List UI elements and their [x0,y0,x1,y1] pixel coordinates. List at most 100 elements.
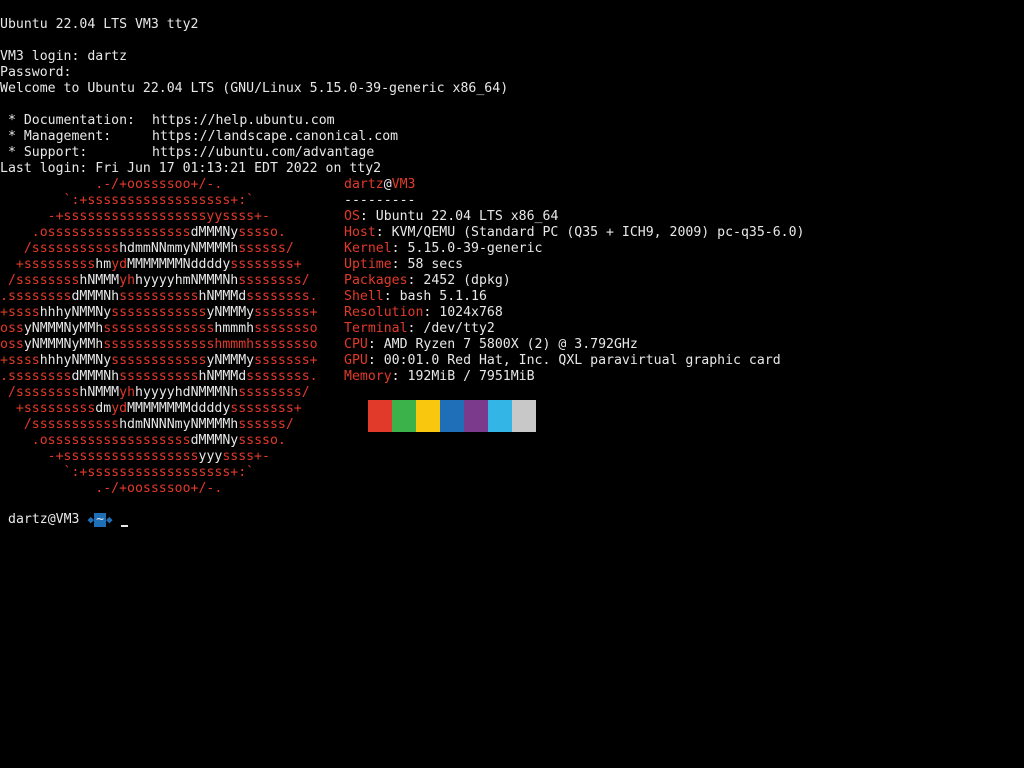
field-key: CPU [344,337,368,352]
logo-line: /ssssssssssshdmNNNNmyNMMMMhssssss/ [0,417,330,433]
logo-line: /ssssssssssshdmmNNmmyNMMMMhssssss/ [0,241,330,257]
logo-segment: hm [95,257,112,272]
field-key: Packages [344,273,408,288]
logo-line: +sssshhhyNMMNyssssssssssssyNMMMysssssss+ [0,353,330,369]
logo-segment: sssso. [238,225,286,240]
tty-console[interactable]: Ubuntu 22.04 LTS VM3 tty2 VM3 login: dar… [0,0,1024,768]
logo-segment: +sssssssss [15,401,96,416]
logo-segment: hmmmh [214,321,255,336]
logo-segment: -+ssssssssssssssssssyyssss+- [47,209,270,224]
logo-segment: ssssssss+ [230,401,302,416]
logo-segment: oss [0,321,24,336]
doc-link-url[interactable]: https://help.ubuntu.com [152,113,335,129]
logo-segment: sssssssssssssshmmmhssssssso [103,337,318,352]
logo-segment [0,481,95,496]
logo-line: ossyNMMMNyMMhsssssssssssssshmmmhssssssso [0,321,330,337]
neofetch-field-memory: Memory: 192MiB / 7951MiB [344,369,805,385]
mgmt-link-url[interactable]: https://landscape.canonical.com [152,129,398,145]
logo-line: .-/+oossssoo+/-. [0,177,330,193]
logo-segment [0,241,24,256]
logo-segment: .ssssssss [0,289,72,304]
logo-segment: /sssssssssss [23,417,120,432]
mgmt-link-label: * Management: [0,129,112,144]
logo-segment: ssssssss/ [238,385,310,400]
logo-segment [0,401,16,416]
logo-segment: .-/+oossssoo+/-. [95,481,223,496]
neofetch-field-shell: Shell: bash 5.1.16 [344,289,805,305]
logo-line: .ssssssssdMMMNhsssssssssshNMMMdssssssss. [0,289,330,305]
logo-segment: hNMMMd [198,369,247,384]
logo-segment: .ossssssssssssssssss [31,433,191,448]
logo-segment: ssssssso [254,321,318,336]
palette-swatch [416,400,440,432]
logo-segment: ssssssss. [246,289,318,304]
palette-swatch [512,400,536,432]
logo-segment: -+sssssssssssssssss [47,449,199,464]
field-value: : bash 5.1.16 [383,289,487,304]
last-login-line: Last login: Fri Jun 17 01:13:21 EDT 2022… [0,161,382,176]
palette-swatch [368,400,392,432]
logo-segment: dMMMNy [190,433,239,448]
neofetch-field-uptime: Uptime: 58 secs [344,257,805,273]
logo-line: .ssssssssdMMMNhsssssssssshNMMMdssssssss. [0,369,330,385]
neofetch-host: VM3 [391,177,416,192]
logo-segment: hNMMM [79,273,120,288]
neofetch-field-os: OS: Ubuntu 22.04 LTS x86_64 [344,209,805,225]
field-value: : 00:01.0 Red Hat, Inc. QXL paravirtual … [367,353,781,368]
field-value: : 1024x768 [423,305,503,320]
logo-line: /sssssssshNMMMyhhyyyyhdNMMMNhssssssss/ [0,385,330,401]
logo-line: .-/+oossssoo+/-. [0,481,330,497]
logo-segment: ssssssssss [119,289,199,304]
logo-segment: .ssssssss [0,369,72,384]
logo-line: -+ssssssssssssssssssyyssss+- [0,209,330,225]
logo-segment: ssssssss+ [230,257,302,272]
logo-segment: yNMMMy [206,305,255,320]
logo-segment: MMMMMMMMddddy [127,401,231,416]
field-value: : 5.15.0-39-generic [391,241,543,256]
prompt-left-arrow-icon: ◆ [87,513,95,526]
logo-segment: hyyyyhmNMMMNh [135,273,239,288]
logo-segment: hdmNNNNmyNMMMMh [119,417,239,432]
shell-prompt[interactable]: dartz@VM3 ◆ ~ ◆ [8,512,128,528]
logo-segment: `:+ssssssssssssssssss+:` [63,465,255,480]
logo-segment: oss [0,337,24,352]
prompt-right-arrow-icon: ◆ [106,513,113,526]
field-key: OS [344,209,360,224]
logo-line: +ssssssssshmydMMMMMMMNddddyssssssss+ [0,257,330,273]
neofetch-field-gpu: GPU: 00:01.0 Red Hat, Inc. QXL paravirtu… [344,353,805,369]
doc-link-label: * Documentation: [0,113,135,128]
logo-segment: yyy [198,449,223,464]
color-palette [368,400,536,432]
logo-line: ossyNMMMNyMMhsssssssssssssshmmmhssssssso [0,337,330,353]
logo-line: `:+ssssssssssssssssss+:` [0,465,330,481]
logo-segment [0,465,64,480]
logo-segment: dMMMNh [71,369,120,384]
field-key: Terminal [344,321,408,336]
field-key: Memory [344,369,392,384]
logo-segment: sssso. [238,433,286,448]
logo-segment [0,433,32,448]
logo-segment: /ssssssss [7,385,80,400]
logo-segment: dMMMNh [71,289,120,304]
support-link-url[interactable]: https://ubuntu.com/advantage [152,145,374,161]
logo-line: +sssshhhyNMMNyssssssssssssyNMMMysssssss+ [0,305,330,321]
logo-segment: yd [111,257,128,272]
logo-segment: yNMMMy [206,353,255,368]
field-value: : AMD Ryzen 7 5800X (2) @ 3.792GHz [367,337,638,352]
logo-segment: yNMMMNyMMh [23,337,104,352]
logo-segment: yNMMMNyMMh [23,321,104,336]
logo-segment [0,417,24,432]
logo-segment: +ssss [0,353,40,368]
text-cursor [120,525,128,527]
mgmt-link-row: * Management: https://landscape.canonical… [0,129,398,145]
logo-line: -+sssssssssssssssssyyyssss+- [0,449,330,465]
logo-segment: dm [95,401,112,416]
logo-segment: hNMMM [79,385,120,400]
logo-line: +sssssssssdmydMMMMMMMMddddyssssssss+ [0,401,330,417]
support-link-label: * Support: [0,145,88,160]
console-banner: Ubuntu 22.04 LTS VM3 tty2 [0,17,199,32]
field-key: Host [344,225,376,240]
support-link-row: * Support: https://ubuntu.com/advantage [0,145,374,161]
logo-segment: hdmmNNmmyNMMMMh [119,241,239,256]
logo-segment [0,257,16,272]
